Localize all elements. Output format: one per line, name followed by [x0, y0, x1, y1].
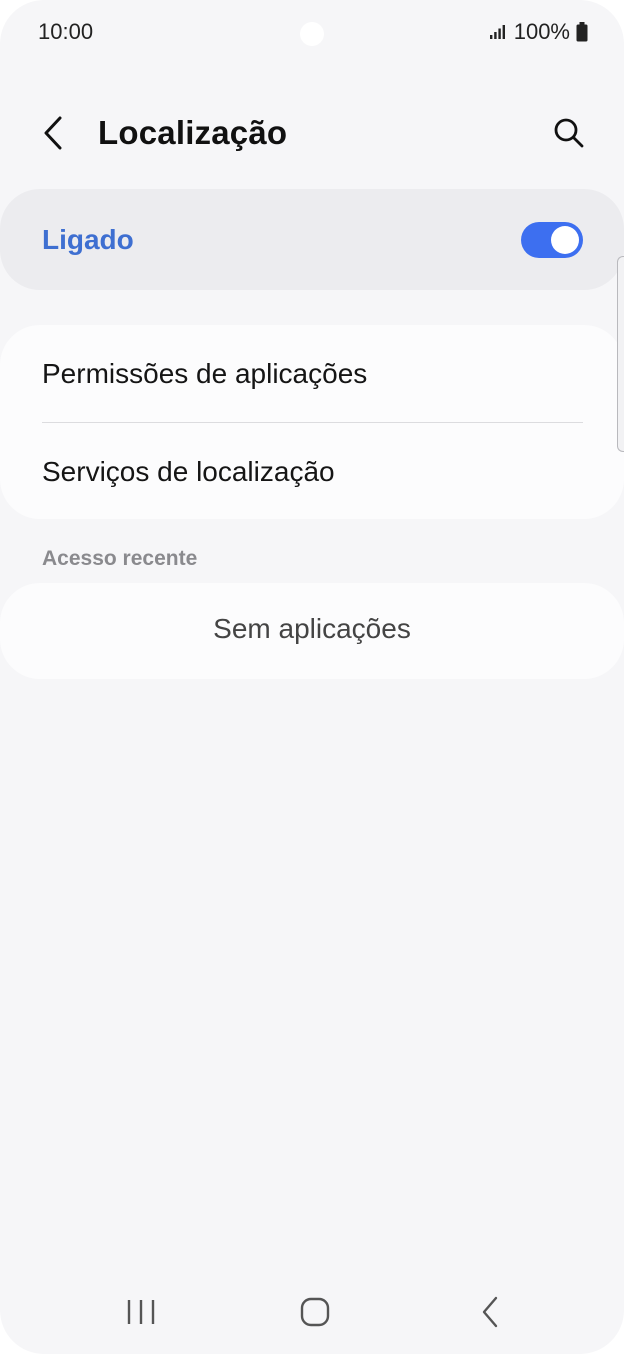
recents-icon [126, 1298, 156, 1331]
home-icon [300, 1297, 330, 1332]
back-icon [480, 1296, 500, 1333]
signal-icon [489, 24, 508, 40]
menu-item-label: Serviços de localização [42, 456, 335, 487]
navigation-bar [0, 1280, 624, 1350]
master-switch-label: Ligado [42, 224, 134, 255]
status-bar: 10:00 100% [0, 0, 624, 64]
screen: 10:00 100% Localização Ligado Permissões… [0, 0, 624, 1354]
battery-percent: 100% [513, 19, 570, 44]
search-button[interactable] [546, 110, 592, 160]
front-camera-cutout [300, 22, 324, 46]
nav-back-button[interactable] [460, 1292, 520, 1336]
search-icon [553, 117, 585, 154]
menu-item-label: Permissões de aplicações [42, 358, 368, 389]
menu-item-location-services[interactable]: Serviços de localização [0, 423, 624, 520]
chevron-left-icon [42, 115, 64, 156]
status-indicators: 100% [489, 19, 588, 45]
recents-button[interactable] [111, 1292, 171, 1336]
recent-access-card: Sem aplicações [0, 583, 624, 679]
scrollbar[interactable] [617, 256, 624, 452]
toggle-knob [551, 226, 579, 254]
back-button[interactable] [30, 110, 76, 160]
settings-list: Permissões de aplicações Serviços de loc… [0, 325, 624, 519]
page-title: Localização [98, 114, 288, 151]
battery-icon [576, 22, 588, 42]
status-time: 10:00 [38, 19, 94, 44]
location-toggle[interactable] [521, 222, 583, 258]
app-bar: Localização [0, 96, 624, 174]
empty-state-text: Sem aplicações [213, 613, 411, 644]
section-header-recent-access: Acesso recente [42, 547, 198, 570]
menu-item-app-permissions[interactable]: Permissões de aplicações [0, 325, 624, 422]
home-button[interactable] [285, 1292, 345, 1336]
